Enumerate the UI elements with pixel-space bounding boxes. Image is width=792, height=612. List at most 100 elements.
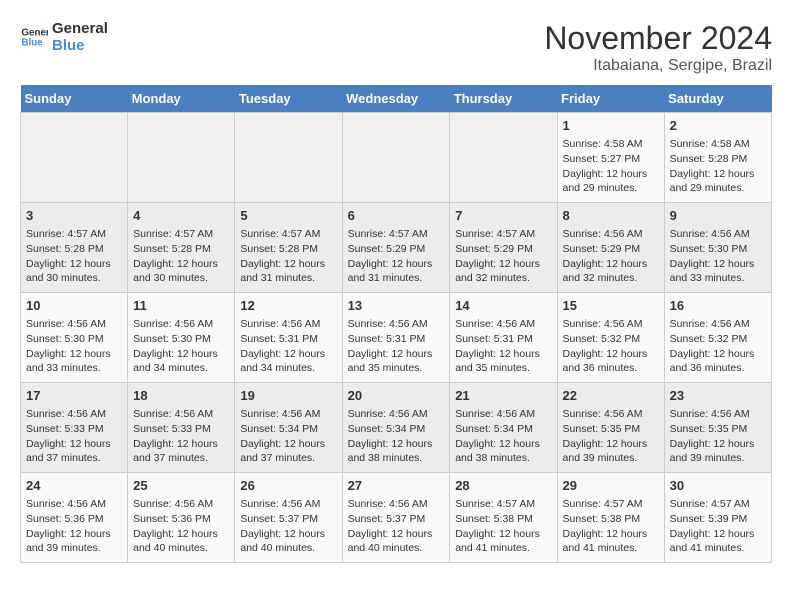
day-number: 14 — [455, 297, 551, 315]
day-content: Sunset: 5:28 PM — [26, 242, 122, 257]
day-content: Sunrise: 4:56 AM — [670, 317, 766, 332]
logo: General Blue General Blue — [20, 20, 108, 54]
calendar-cell: 25Sunrise: 4:56 AMSunset: 5:36 PMDayligh… — [128, 473, 235, 563]
calendar-cell: 23Sunrise: 4:56 AMSunset: 5:35 PMDayligh… — [664, 383, 771, 473]
calendar-cell: 5Sunrise: 4:57 AMSunset: 5:28 PMDaylight… — [235, 203, 342, 293]
day-content: Sunrise: 4:57 AM — [455, 497, 551, 512]
day-number: 8 — [563, 207, 659, 225]
day-content: Sunset: 5:32 PM — [670, 332, 766, 347]
day-content: Daylight: 12 hours and 35 minutes. — [455, 347, 551, 376]
day-content: Sunrise: 4:57 AM — [133, 227, 229, 242]
day-content: Sunset: 5:37 PM — [240, 512, 336, 527]
day-content: Daylight: 12 hours and 38 minutes. — [348, 437, 445, 466]
day-content: Sunrise: 4:56 AM — [133, 497, 229, 512]
day-content: Daylight: 12 hours and 30 minutes. — [26, 257, 122, 286]
day-number: 7 — [455, 207, 551, 225]
day-content: Sunset: 5:35 PM — [670, 422, 766, 437]
day-number: 21 — [455, 387, 551, 405]
day-content: Sunrise: 4:57 AM — [670, 497, 766, 512]
day-number: 26 — [240, 477, 336, 495]
day-number: 23 — [670, 387, 766, 405]
calendar-cell: 19Sunrise: 4:56 AMSunset: 5:34 PMDayligh… — [235, 383, 342, 473]
day-number: 9 — [670, 207, 766, 225]
calendar-cell: 16Sunrise: 4:56 AMSunset: 5:32 PMDayligh… — [664, 293, 771, 383]
day-content: Sunset: 5:34 PM — [348, 422, 445, 437]
day-content: Sunrise: 4:57 AM — [240, 227, 336, 242]
page-header: General Blue General Blue November 2024 … — [20, 20, 772, 75]
calendar-cell: 11Sunrise: 4:56 AMSunset: 5:30 PMDayligh… — [128, 293, 235, 383]
calendar-cell: 20Sunrise: 4:56 AMSunset: 5:34 PMDayligh… — [342, 383, 450, 473]
logo-icon: General Blue — [20, 23, 48, 51]
day-content: Daylight: 12 hours and 37 minutes. — [240, 437, 336, 466]
day-content: Sunrise: 4:56 AM — [240, 317, 336, 332]
header-row: SundayMondayTuesdayWednesdayThursdayFrid… — [21, 85, 772, 113]
day-number: 10 — [26, 297, 122, 315]
day-content: Sunrise: 4:56 AM — [563, 227, 659, 242]
day-content: Daylight: 12 hours and 32 minutes. — [455, 257, 551, 286]
day-content: Sunset: 5:34 PM — [455, 422, 551, 437]
day-content: Sunset: 5:39 PM — [670, 512, 766, 527]
day-number: 22 — [563, 387, 659, 405]
day-content: Daylight: 12 hours and 39 minutes. — [563, 437, 659, 466]
day-content: Sunrise: 4:57 AM — [26, 227, 122, 242]
calendar-cell: 4Sunrise: 4:57 AMSunset: 5:28 PMDaylight… — [128, 203, 235, 293]
day-content: Daylight: 12 hours and 40 minutes. — [133, 527, 229, 556]
calendar-cell: 30Sunrise: 4:57 AMSunset: 5:39 PMDayligh… — [664, 473, 771, 563]
logo-text-general: General — [52, 20, 108, 37]
day-number: 30 — [670, 477, 766, 495]
day-content: Sunrise: 4:58 AM — [563, 137, 659, 152]
day-number: 15 — [563, 297, 659, 315]
day-content: Sunrise: 4:56 AM — [26, 407, 122, 422]
day-number: 2 — [670, 117, 766, 135]
day-content: Sunrise: 4:56 AM — [348, 317, 445, 332]
day-content: Daylight: 12 hours and 37 minutes. — [26, 437, 122, 466]
day-content: Daylight: 12 hours and 39 minutes. — [670, 437, 766, 466]
header-cell-saturday: Saturday — [664, 85, 771, 113]
calendar-cell: 22Sunrise: 4:56 AMSunset: 5:35 PMDayligh… — [557, 383, 664, 473]
day-content: Daylight: 12 hours and 30 minutes. — [133, 257, 229, 286]
day-content: Sunset: 5:32 PM — [563, 332, 659, 347]
day-content: Daylight: 12 hours and 38 minutes. — [455, 437, 551, 466]
header-cell-tuesday: Tuesday — [235, 85, 342, 113]
header-cell-monday: Monday — [128, 85, 235, 113]
day-content: Daylight: 12 hours and 34 minutes. — [240, 347, 336, 376]
day-content: Daylight: 12 hours and 41 minutes. — [455, 527, 551, 556]
page-subtitle: Itabaiana, Sergipe, Brazil — [544, 57, 772, 75]
day-content: Daylight: 12 hours and 35 minutes. — [348, 347, 445, 376]
calendar-cell: 9Sunrise: 4:56 AMSunset: 5:30 PMDaylight… — [664, 203, 771, 293]
day-content: Sunset: 5:35 PM — [563, 422, 659, 437]
day-number: 27 — [348, 477, 445, 495]
day-content: Daylight: 12 hours and 37 minutes. — [133, 437, 229, 466]
day-content: Sunrise: 4:56 AM — [240, 497, 336, 512]
day-content: Sunrise: 4:56 AM — [348, 407, 445, 422]
day-content: Daylight: 12 hours and 29 minutes. — [670, 167, 766, 196]
calendar-cell: 1Sunrise: 4:58 AMSunset: 5:27 PMDaylight… — [557, 113, 664, 203]
logo-text-blue: Blue — [52, 37, 108, 54]
day-number: 17 — [26, 387, 122, 405]
day-content: Sunrise: 4:56 AM — [455, 407, 551, 422]
day-content: Daylight: 12 hours and 33 minutes. — [26, 347, 122, 376]
calendar-cell: 13Sunrise: 4:56 AMSunset: 5:31 PMDayligh… — [342, 293, 450, 383]
calendar-cell: 7Sunrise: 4:57 AMSunset: 5:29 PMDaylight… — [450, 203, 557, 293]
day-content: Sunset: 5:28 PM — [240, 242, 336, 257]
calendar-cell — [342, 113, 450, 203]
day-content: Sunset: 5:33 PM — [26, 422, 122, 437]
calendar-cell: 28Sunrise: 4:57 AMSunset: 5:38 PMDayligh… — [450, 473, 557, 563]
calendar-cell: 15Sunrise: 4:56 AMSunset: 5:32 PMDayligh… — [557, 293, 664, 383]
day-content: Sunrise: 4:56 AM — [26, 317, 122, 332]
day-content: Sunset: 5:33 PM — [133, 422, 229, 437]
header-cell-friday: Friday — [557, 85, 664, 113]
day-content: Daylight: 12 hours and 31 minutes. — [240, 257, 336, 286]
day-content: Sunset: 5:36 PM — [26, 512, 122, 527]
day-content: Sunrise: 4:57 AM — [455, 227, 551, 242]
calendar-cell: 6Sunrise: 4:57 AMSunset: 5:29 PMDaylight… — [342, 203, 450, 293]
day-content: Sunrise: 4:56 AM — [670, 227, 766, 242]
day-number: 4 — [133, 207, 229, 225]
header-cell-wednesday: Wednesday — [342, 85, 450, 113]
calendar-week-4: 17Sunrise: 4:56 AMSunset: 5:33 PMDayligh… — [21, 383, 772, 473]
day-content: Sunrise: 4:56 AM — [133, 317, 229, 332]
day-content: Daylight: 12 hours and 40 minutes. — [348, 527, 445, 556]
title-block: November 2024 Itabaiana, Sergipe, Brazil — [544, 20, 772, 75]
day-content: Daylight: 12 hours and 31 minutes. — [348, 257, 445, 286]
calendar-cell: 27Sunrise: 4:56 AMSunset: 5:37 PMDayligh… — [342, 473, 450, 563]
